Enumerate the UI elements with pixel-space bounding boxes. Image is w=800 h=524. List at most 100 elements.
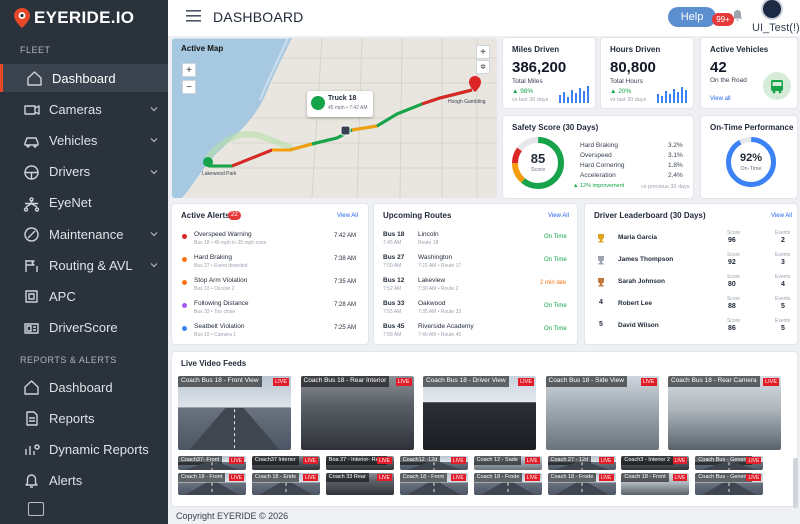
alert-row[interactable]: Seatbelt Violation Bus 19 • Camera 1 7:25 … <box>172 321 368 343</box>
chevron-down-icon[interactable] <box>150 136 158 144</box>
live-badge: LIVE <box>640 378 657 386</box>
miles-card: Miles Driven 386,200 Total Miles ▲ 98% v… <box>503 38 595 108</box>
video-feed[interactable]: Coach 18 - Front LIVE <box>399 473 468 495</box>
zoom-out-button[interactable]: − <box>182 80 196 94</box>
trophy-icon <box>598 234 604 243</box>
video-feed[interactable]: Coach3 - Interior 2 LIVE <box>621 456 690 470</box>
user-name[interactable]: UI_Test(!) <box>752 22 800 34</box>
video-feed[interactable]: Coach 18 - Eride LIVE <box>251 473 320 495</box>
map-zoom-in-right[interactable]: + <box>476 45 490 59</box>
route-bus: Bus 12 <box>383 277 405 284</box>
alert-row[interactable]: Hard Braking Bus 27 • Event detected 7:38 … <box>172 252 368 274</box>
zoom-in-button[interactable]: + <box>182 63 196 77</box>
video-feed[interactable]: Coach Bus 18 - Side View LIVE <box>545 376 659 450</box>
video-feed[interactable]: Coach 18 - Front LIVE <box>178 473 246 495</box>
route-row[interactable]: Bus 45 7:58 AM Riverside Academy 7:40 AM • … <box>374 321 577 343</box>
avatar[interactable] <box>761 0 783 20</box>
chevron-down-icon[interactable] <box>150 168 158 176</box>
safety-score: 85 <box>530 151 546 166</box>
report-dashboard[interactable]: Dashboard <box>0 373 168 401</box>
video-feed[interactable]: Coach 18 - Frode LIVE <box>473 473 542 495</box>
truck-tooltip[interactable]: Truck 18 45 mph • 7:42 AM <box>307 91 373 117</box>
chevron-down-icon[interactable] <box>150 261 158 269</box>
leader-row[interactable]: Sarah Johnson Score 80 Events 4 <box>585 273 797 295</box>
video-feed[interactable]: Coach Bus 18 - Front View LIVE <box>178 376 291 450</box>
video-feed[interactable]: Coach 12 - Sade LIVE <box>473 456 542 470</box>
truck-name: Truck 18 <box>328 95 357 102</box>
logo[interactable]: EYERIDE.IO <box>14 7 134 29</box>
safety-score-label: Score <box>530 167 546 173</box>
fleet-driverscore[interactable]: DriverScore <box>0 314 168 342</box>
alerts-view-all[interactable]: View All <box>337 213 358 219</box>
alert-time: 7:35 AM <box>334 279 357 285</box>
home-icon <box>27 71 42 86</box>
fleet-apc[interactable]: APC <box>0 282 168 310</box>
alert-sub: Bus 18 • 45 mph in 35 mph zone <box>194 240 267 246</box>
chart-gear-icon <box>25 444 40 456</box>
alert-row[interactable]: Stop Arm Violation Bus 12 • Oscore 2 7:35 … <box>172 275 368 297</box>
fleet-drivers[interactable]: Drivers <box>0 158 168 186</box>
report-dynamic-reports[interactable]: Dynamic Reports <box>0 435 168 463</box>
video-feed[interactable]: Coach Bus - Generic LIVE <box>695 473 764 495</box>
report-reports[interactable]: Reports <box>0 404 168 432</box>
alert-time: 7:28 AM <box>334 302 357 308</box>
route-row[interactable]: Bus 33 7:55 AM Oakwood 7:35 AM • Route 33 On… <box>374 298 577 320</box>
scrollbar[interactable] <box>793 458 798 508</box>
apc-icon <box>25 290 38 304</box>
menu-icon[interactable] <box>186 9 201 23</box>
video-feed[interactable]: Coach 33 Rear LIVE <box>325 473 394 495</box>
fleet-routing-avl[interactable]: Routing & AVL <box>0 251 168 279</box>
ontime-value: 92% <box>739 152 763 164</box>
alert-row[interactable]: Following Distance Bus 33 • Too close 7:28… <box>172 298 368 320</box>
video-feed[interactable]: Coach12 -12d LIVE <box>399 456 468 470</box>
video-feed[interactable]: Coach37- Front LIVE <box>178 456 246 470</box>
feed-label: Coach37 Interior <box>251 456 299 465</box>
nav-label: Dynamic Reports <box>49 441 149 457</box>
notification-badge[interactable]: 99+ <box>712 13 734 26</box>
fleet-eyenet[interactable]: EyeNet <box>0 189 168 217</box>
trophy-icon <box>598 256 604 265</box>
safety-title: Safety Score (30 Days) <box>512 123 599 132</box>
road-scene <box>184 462 240 470</box>
leaderboard-view-all[interactable]: View All <box>771 213 792 219</box>
active-map[interactable]: Active Map + − + ✲ Truck 18 45 mph • 7:4… <box>172 38 497 198</box>
route-row[interactable]: Bus 27 7:50 AM Washington 7:22 AM • Route 1… <box>374 252 577 274</box>
fleet-cameras[interactable]: Cameras <box>0 95 168 123</box>
video-feed[interactable]: Coach 27 - 12d LIVE <box>547 456 616 470</box>
leader-row[interactable]: 5 David Wilson Score 86 Events 5 <box>585 317 797 339</box>
video-feed[interactable]: Coach Bus - Generic LIVE <box>695 456 764 470</box>
video-feed[interactable]: Coach Bus 18 - Rear Camera LIVE <box>668 376 781 450</box>
leader-row[interactable]: James Thompson Score 92 Events 3 <box>585 251 797 273</box>
route-stop: Lincoln <box>418 231 439 238</box>
video-feed[interactable]: Boa 27 - Interior- Rear LIVE <box>325 456 394 470</box>
route-row[interactable]: Bus 12 7:52 AM Lakeview 7:30 AM • Route 2 2 … <box>374 275 577 297</box>
leader-row[interactable]: Maria Garcia Score 96 Events 2 <box>585 229 797 251</box>
report-alerts[interactable]: Alerts <box>0 467 168 495</box>
live-badge: LIVE <box>303 457 318 464</box>
alert-sub: Bus 27 • Event detected <box>194 263 248 269</box>
chevron-down-icon[interactable] <box>150 230 158 238</box>
routes-card: Upcoming Routes View All Bus 18 7:45 AM Li… <box>374 204 577 344</box>
route-stop: Washington <box>418 254 453 261</box>
fleet-vehicles[interactable]: Vehicles <box>0 126 168 154</box>
events-label: Events <box>775 296 791 302</box>
video-feed[interactable]: Coach Bus 18 - Rear Interior LIVE <box>300 376 414 450</box>
leader-rank: 5 <box>599 321 603 328</box>
fleet-dashboard[interactable]: Dashboard <box>0 64 168 92</box>
video-feed[interactable]: Coach 18 - Front LIVE <box>621 473 690 495</box>
help-button[interactable]: Help <box>668 7 716 27</box>
leader-row[interactable]: 4 Robert Lee Score 88 Events 5 <box>585 295 797 317</box>
alert-row[interactable]: Overspeed Warning Bus 18 • 45 mph in 35 m… <box>172 229 368 251</box>
chevron-down-icon[interactable] <box>150 105 158 113</box>
video-feed[interactable]: Coach Bus 18 - Driver View LIVE <box>423 376 536 450</box>
compass-icon[interactable]: ✲ <box>476 60 490 74</box>
routes-view-all[interactable]: View All <box>548 213 569 219</box>
fleet-maintenance[interactable]: Maintenance <box>0 220 168 248</box>
route-row[interactable]: Bus 18 7:45 AM Lincoln Route 18 On Time <box>374 229 577 251</box>
vehicles-card: Active Vehicles 42 On the Road View all <box>701 38 797 108</box>
vehicles-view-all[interactable]: View all <box>710 96 731 102</box>
location-pin-icon <box>14 8 30 28</box>
video-feed[interactable]: Coach 18 - Frode LIVE <box>547 473 616 495</box>
video-feed[interactable]: Coach37 Interior LIVE <box>251 456 320 470</box>
alert-dot-icon <box>182 326 187 331</box>
